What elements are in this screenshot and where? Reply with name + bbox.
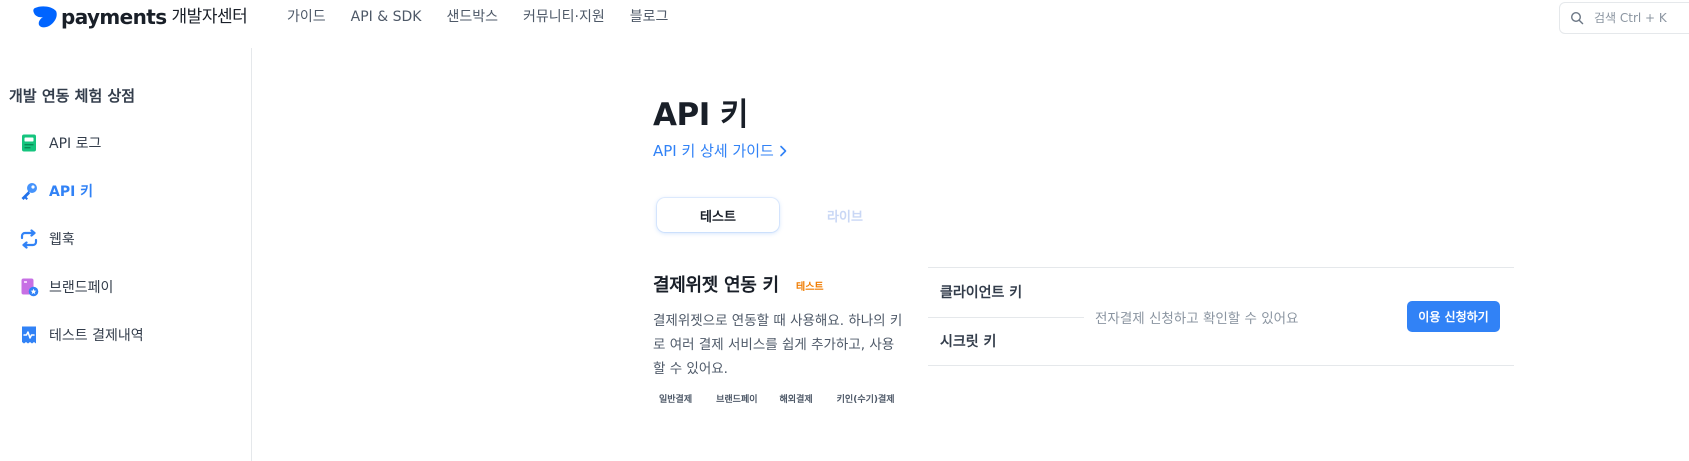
- sidebar-item-api-log[interactable]: API 로그: [18, 126, 101, 160]
- logo[interactable]: payments 개발자센터: [32, 5, 248, 29]
- env-badge: 테스트: [796, 282, 824, 293]
- secret-key-label: 시크릿 키: [940, 334, 997, 350]
- tag-general-payment: 일반결제: [659, 395, 693, 405]
- nav-item-community[interactable]: 커뮤니티·지원: [523, 7, 605, 27]
- top-header: payments 개발자센터 가이드 API & SDK 샌드박스 커뮤니티·지…: [0, 0, 1689, 36]
- sidebar-item-label: 테스트 결제내역: [49, 328, 144, 344]
- keys-divider: [928, 317, 1084, 318]
- key-icon: [18, 180, 40, 202]
- section-title: 결제위젯 연동 키: [653, 275, 779, 296]
- nav-item-sandbox[interactable]: 샌드박스: [446, 7, 498, 27]
- sidebar-item-label: API 키: [49, 184, 94, 200]
- keys-notice: 전자결제 신청하고 확인할 수 있어요: [1095, 311, 1299, 327]
- section-description: 결제위젯으로 연동할 때 사용해요. 하나의 키로 여러 결제 서비스를 쉽게 …: [653, 313, 903, 377]
- search-box[interactable]: [1559, 2, 1689, 34]
- nav-item-guide[interactable]: 가이드: [287, 7, 326, 27]
- top-nav: 가이드 API & SDK 샌드박스 커뮤니티·지원 블로그: [287, 7, 693, 27]
- page-title: API 키: [653, 97, 749, 133]
- search-input[interactable]: [1594, 11, 1689, 25]
- logo-word: payments: [61, 5, 167, 29]
- sidebar-item-label: API 로그: [49, 136, 102, 152]
- sidebar-item-api-key[interactable]: API 키: [18, 174, 93, 208]
- sidebar-item-label: 브랜드페이: [49, 280, 114, 296]
- logo-subtitle: 개발자센터: [171, 7, 248, 27]
- receipt-icon: [18, 324, 40, 346]
- tag-keyin-payment: 키인(수기)결제: [836, 395, 895, 405]
- keys-panel: 클라이언트 키 시크릿 키 전자결제 신청하고 확인할 수 있어요 이용 신청하…: [928, 267, 1514, 366]
- sidebar: 개발 연동 체험 상점 API 로그 API 키 웹훅 브랜드페이 테스트 결제…: [0, 48, 252, 461]
- sidebar-item-label: 웹훅: [49, 232, 75, 248]
- environment-tabs: 테스트 라이브: [653, 196, 903, 234]
- webhook-icon: [18, 228, 40, 250]
- tab-test[interactable]: 테스트: [657, 198, 779, 232]
- nav-item-api-sdk[interactable]: API & SDK: [351, 7, 422, 27]
- tag-overseas-payment: 해외결제: [779, 395, 813, 405]
- guide-link-label: API 키 상세 가이드: [653, 142, 774, 160]
- search-icon: [1570, 11, 1584, 25]
- sidebar-title: 개발 연동 체험 상점: [9, 87, 136, 105]
- brandpay-icon: [18, 276, 40, 298]
- tag-brandpay: 브랜드페이: [716, 395, 758, 405]
- sidebar-item-brandpay[interactable]: 브랜드페이: [18, 270, 113, 304]
- logo-mark-icon: [33, 6, 57, 28]
- api-log-icon: [18, 132, 40, 154]
- apply-button[interactable]: 이용 신청하기: [1407, 301, 1500, 332]
- chevron-right-icon: [780, 145, 787, 156]
- nav-item-blog[interactable]: 블로그: [630, 7, 669, 27]
- client-key-label: 클라이언트 키: [940, 285, 1023, 301]
- payment-method-tags: 일반결제 브랜드페이 해외결제 키인(수기)결제: [659, 392, 895, 405]
- api-key-guide-link[interactable]: API 키 상세 가이드: [653, 140, 788, 161]
- sidebar-item-webhook[interactable]: 웹훅: [18, 222, 75, 256]
- tab-live[interactable]: 라이브: [784, 198, 906, 232]
- sidebar-item-test-payments[interactable]: 테스트 결제내역: [18, 318, 144, 352]
